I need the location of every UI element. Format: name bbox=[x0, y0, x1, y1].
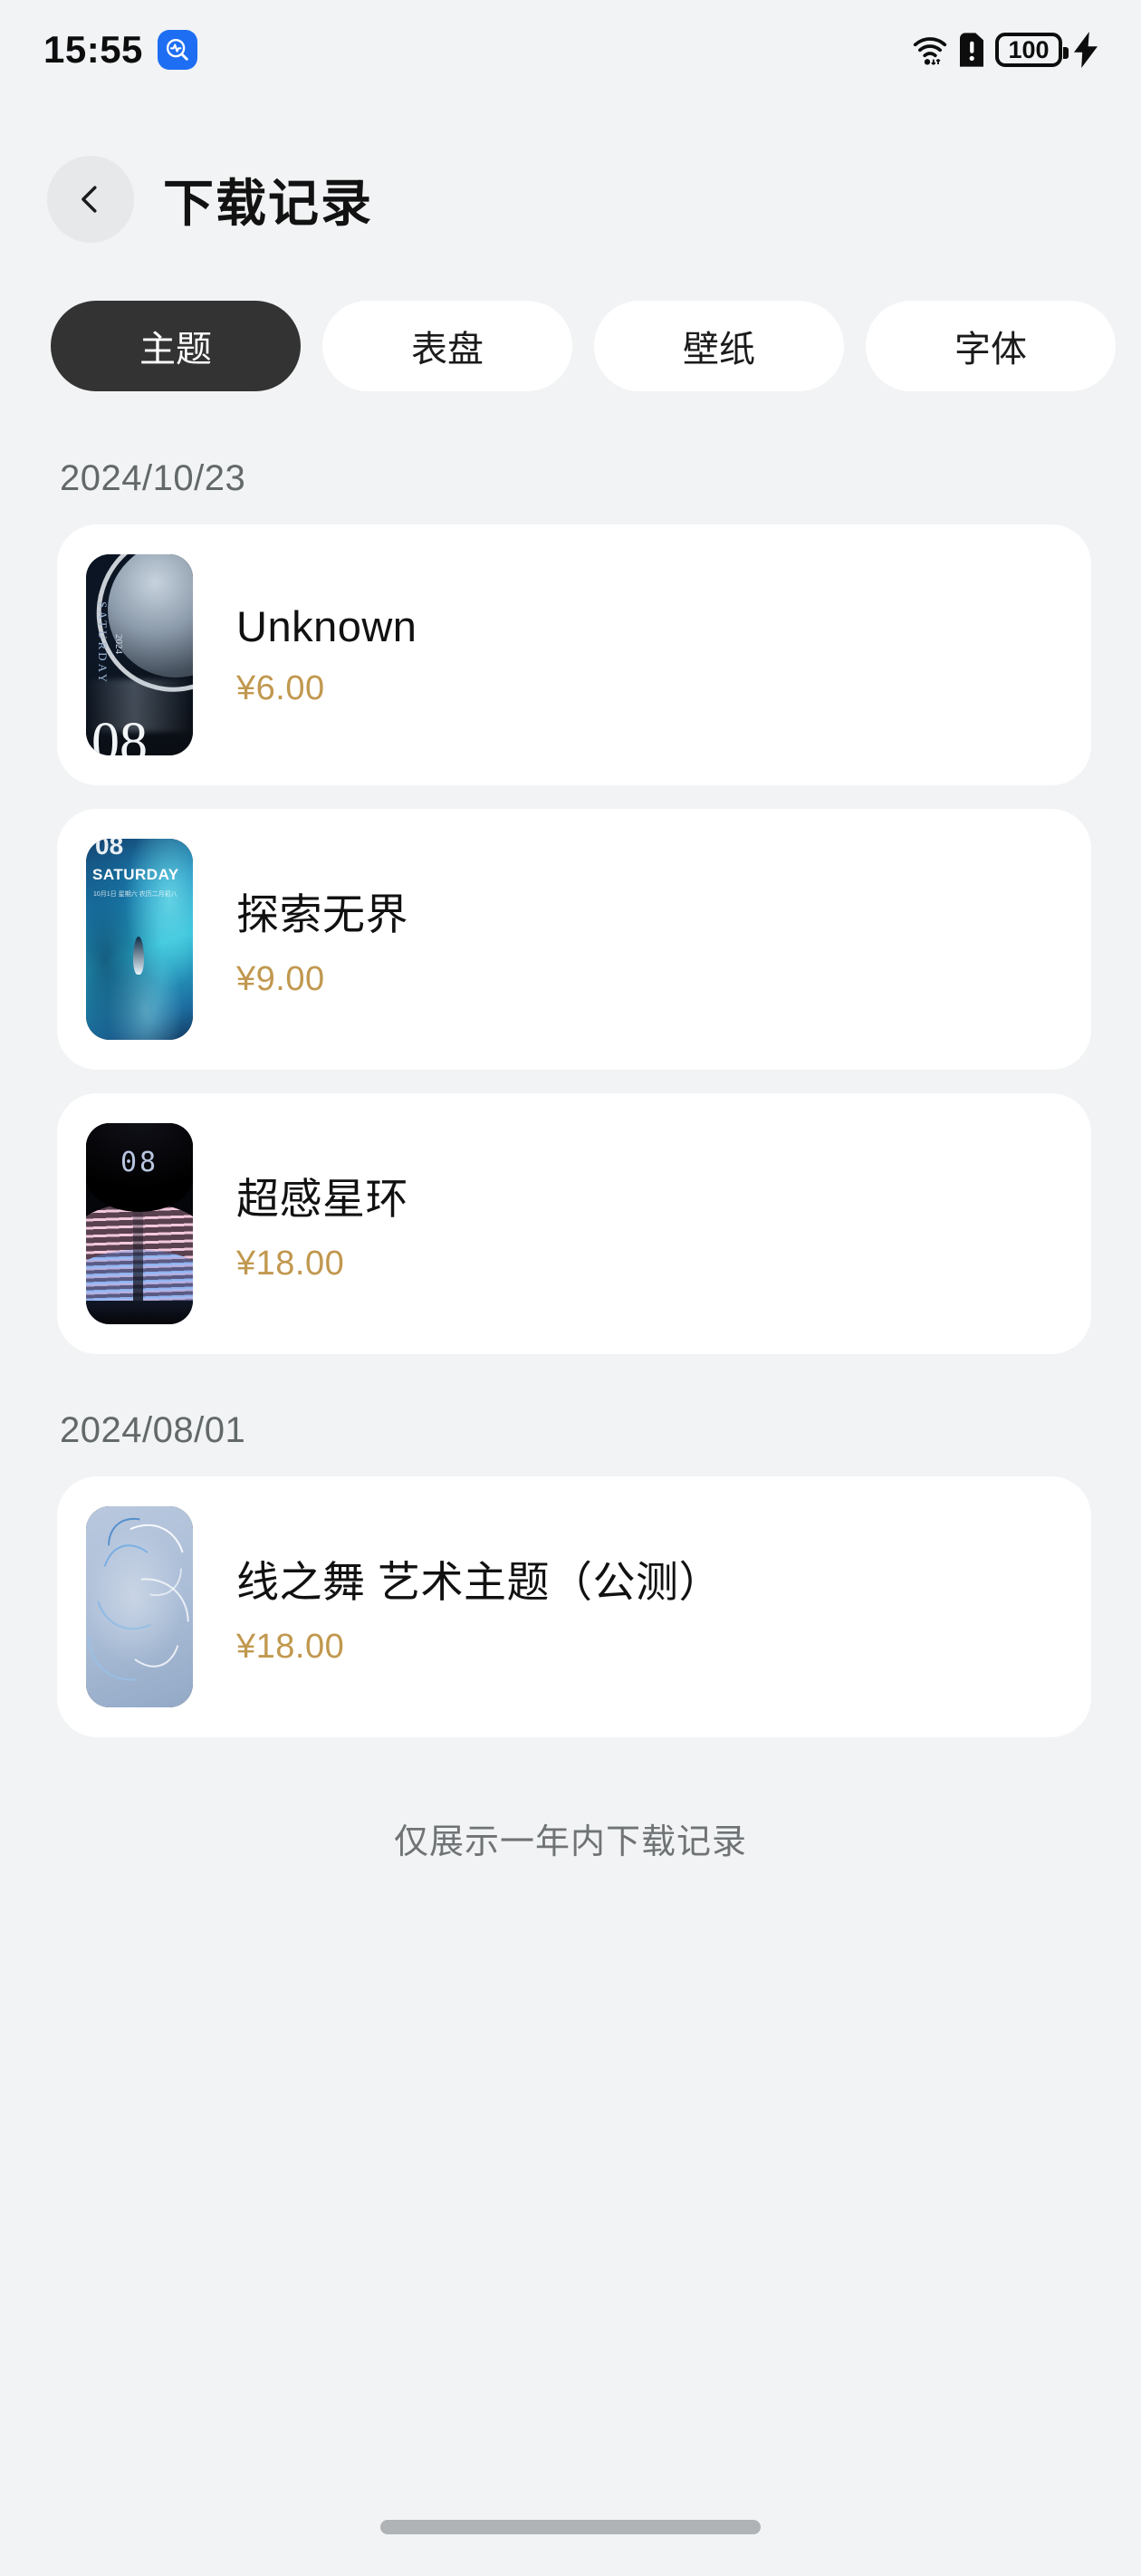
charging-bolt-icon bbox=[1074, 32, 1098, 68]
page-title: 下载记录 bbox=[163, 174, 373, 232]
thumb-hour-text: 08 bbox=[95, 839, 124, 860]
battery-level: 100 bbox=[1008, 35, 1050, 63]
item-title: 线之舞 艺术主题（公测） bbox=[236, 1558, 723, 1606]
phone-screen: 15:55 100 下载记录 主题 表盘 壁纸 字体 2024/10/23 SA… bbox=[0, 0, 1141, 2576]
item-meta: 线之舞 艺术主题（公测） ¥18.00 bbox=[236, 1547, 722, 1667]
date-group: 2024/10/23 SATURDAY 2024 08 Unknown ¥6.0… bbox=[0, 426, 1141, 1354]
item-thumbnail bbox=[86, 1506, 193, 1707]
thumb-sub-text: 10月1日 星期六 农历二月初八 bbox=[93, 891, 177, 898]
item-price: ¥18.00 bbox=[236, 1628, 345, 1666]
back-button[interactable] bbox=[47, 156, 134, 243]
home-indicator[interactable] bbox=[380, 2520, 761, 2534]
date-group: 2024/08/01 线之舞 艺术主题（公测） ¥18.00 bbox=[0, 1378, 1141, 1737]
list-item[interactable]: 08 超感星环 ¥18.00 bbox=[57, 1093, 1091, 1354]
item-price: ¥18.00 bbox=[236, 1245, 345, 1283]
tab-fonts[interactable]: 字体 bbox=[866, 301, 1116, 391]
thumb-weekday-text: SATURDAY bbox=[92, 866, 179, 883]
status-bar: 15:55 100 bbox=[0, 0, 1141, 100]
status-bar-right: 100 bbox=[912, 32, 1098, 68]
item-thumbnail: 08 bbox=[86, 1123, 193, 1324]
footer-note: 仅展示一年内下载记录 bbox=[393, 1823, 747, 1861]
thumbnail-art-lighttrail: 08 bbox=[86, 1123, 193, 1324]
thumb-hour-text: 08 bbox=[120, 1147, 159, 1178]
status-time: 15:55 bbox=[43, 28, 143, 71]
chevron-left-icon bbox=[82, 186, 97, 213]
tab-themes[interactable]: 主题 bbox=[51, 301, 301, 391]
group-date-label: 2024/10/23 bbox=[60, 458, 246, 498]
thumb-hour-text: 08 bbox=[91, 712, 148, 755]
list-item[interactable]: 线之舞 艺术主题（公测） ¥18.00 bbox=[57, 1476, 1091, 1737]
group-date-label: 2024/08/01 bbox=[60, 1410, 246, 1450]
thumbnail-art-ocean: 08 SATURDAY 10月1日 星期六 农历二月初八 bbox=[86, 839, 193, 1040]
pulse-search-icon bbox=[157, 30, 197, 70]
battery-indicator: 100 bbox=[995, 33, 1069, 67]
thumbnail-art-space: SATURDAY 2024 08 bbox=[86, 554, 193, 755]
download-history-list[interactable]: 2024/10/23 SATURDAY 2024 08 Unknown ¥6.0… bbox=[0, 426, 1141, 2473]
page-header: 下载记录 bbox=[0, 140, 1141, 258]
thumbnail-art-ribbon bbox=[86, 1506, 193, 1707]
tab-watchfaces[interactable]: 表盘 bbox=[322, 301, 572, 391]
item-meta: 超感星环 ¥18.00 bbox=[236, 1164, 408, 1283]
item-title: 探索无界 bbox=[236, 890, 408, 938]
item-title: 超感星环 bbox=[236, 1175, 408, 1223]
item-meta: 探索无界 ¥9.00 bbox=[236, 879, 408, 999]
tab-wallpapers[interactable]: 壁纸 bbox=[594, 301, 844, 391]
item-price: ¥9.00 bbox=[236, 960, 325, 998]
item-thumbnail: SATURDAY 2024 08 bbox=[86, 554, 193, 755]
list-item[interactable]: SATURDAY 2024 08 Unknown ¥6.00 bbox=[57, 524, 1091, 785]
item-title: Unknown bbox=[236, 602, 417, 650]
sim-alert-icon bbox=[960, 33, 983, 67]
thumb-year-text: 2024 bbox=[113, 634, 124, 654]
item-price: ¥6.00 bbox=[236, 669, 325, 707]
item-meta: Unknown ¥6.00 bbox=[236, 601, 417, 708]
list-item[interactable]: 08 SATURDAY 10月1日 星期六 农历二月初八 探索无界 ¥9.00 bbox=[57, 809, 1091, 1070]
wifi-icon bbox=[913, 37, 947, 65]
category-tabs[interactable]: 主题 表盘 壁纸 字体 bbox=[0, 299, 1141, 393]
status-bar-left: 15:55 bbox=[43, 28, 197, 72]
thumb-weekday-text: SATURDAY bbox=[96, 601, 110, 686]
item-thumbnail: 08 SATURDAY 10月1日 星期六 农历二月初八 bbox=[86, 839, 193, 1040]
